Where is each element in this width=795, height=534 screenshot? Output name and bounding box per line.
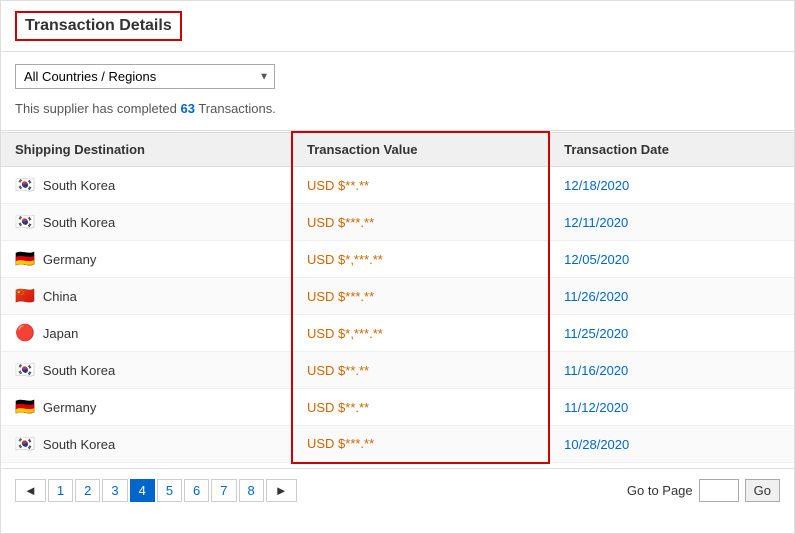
transaction-value: USD $*,***.** (307, 252, 383, 267)
col-header-date: Transaction Date (549, 132, 794, 167)
country-flag: 🇨🇳 (15, 286, 35, 306)
table-row: 🇩🇪 Germany USD $**.** 11/12/2020 (1, 389, 794, 426)
page-number-button[interactable]: 3 (102, 479, 127, 502)
country-flag: 🇰🇷 (15, 360, 35, 380)
go-button[interactable]: Go (745, 479, 780, 502)
value-cell: USD $***.** (292, 278, 549, 315)
value-cell: USD $*,***.** (292, 241, 549, 278)
transaction-value: USD $***.** (307, 289, 374, 304)
destination-cell: 🇰🇷 South Korea (1, 204, 292, 241)
page-header: Transaction Details (1, 1, 794, 52)
page-number-button[interactable]: 4 (130, 479, 155, 502)
date-cell: 12/05/2020 (549, 241, 794, 278)
country-name: China (43, 289, 77, 304)
value-cell: USD $**.** (292, 167, 549, 204)
country-name: South Korea (43, 437, 115, 452)
transaction-info: This supplier has completed 63 Transacti… (15, 97, 780, 124)
value-cell: USD $**.** (292, 389, 549, 426)
page-wrapper: Transaction Details All Countries / Regi… (0, 0, 795, 534)
transaction-value: USD $*,***.** (307, 326, 383, 341)
table-row: 🇰🇷 South Korea USD $**.** 11/16/2020 (1, 352, 794, 389)
page-number-button[interactable]: 2 (75, 479, 100, 502)
pagination-left: ◄ 12345678 ► (15, 479, 297, 502)
table-header-row: Shipping Destination Transaction Value T… (1, 132, 794, 167)
page-number-button[interactable]: 7 (211, 479, 236, 502)
table-row: 🇰🇷 South Korea USD $***.** 10/28/2020 (1, 426, 794, 463)
transaction-date: 11/12/2020 (564, 400, 628, 415)
country-name: South Korea (43, 178, 115, 193)
transaction-value: USD $**.** (307, 400, 369, 415)
transaction-date: 11/16/2020 (564, 363, 628, 378)
country-name: Germany (43, 400, 96, 415)
col-header-value: Transaction Value (292, 132, 549, 167)
page-number-button[interactable]: 1 (48, 479, 73, 502)
pagination-bar: ◄ 12345678 ► Go to Page Go (1, 468, 794, 512)
table-row: 🔴 Japan USD $*,***.** 11/25/2020 (1, 315, 794, 352)
filter-section: All Countries / RegionsSouth KoreaGerman… (1, 52, 794, 131)
page-title: Transaction Details (15, 11, 182, 41)
transaction-value: USD $***.** (307, 436, 374, 451)
country-flag: 🔴 (15, 323, 35, 343)
date-cell: 11/12/2020 (549, 389, 794, 426)
transaction-value: USD $**.** (307, 363, 369, 378)
destination-cell: 🇰🇷 South Korea (1, 352, 292, 389)
date-cell: 11/16/2020 (549, 352, 794, 389)
filter-row: All Countries / RegionsSouth KoreaGerman… (15, 64, 780, 89)
country-select[interactable]: All Countries / RegionsSouth KoreaGerman… (15, 64, 275, 89)
value-cell: USD $***.** (292, 426, 549, 463)
page-number-input[interactable] (699, 479, 739, 502)
transaction-suffix: Transactions. (195, 101, 276, 116)
country-flag: 🇰🇷 (15, 434, 35, 454)
transaction-count-link[interactable]: 63 (180, 101, 194, 116)
date-cell: 10/28/2020 (549, 426, 794, 463)
value-cell: USD $***.** (292, 204, 549, 241)
table-row: 🇰🇷 South Korea USD $**.** 12/18/2020 (1, 167, 794, 204)
page-number-button[interactable]: 8 (239, 479, 264, 502)
transaction-value: USD $***.** (307, 215, 374, 230)
page-number-button[interactable]: 6 (184, 479, 209, 502)
table-row: 🇨🇳 China USD $***.** 11/26/2020 (1, 278, 794, 315)
page-number-button[interactable]: 5 (157, 479, 182, 502)
pagination-right: Go to Page Go (627, 479, 780, 502)
destination-cell: 🇩🇪 Germany (1, 241, 292, 278)
transaction-value: USD $**.** (307, 178, 369, 193)
destination-cell: 🇨🇳 China (1, 278, 292, 315)
transaction-date: 11/25/2020 (564, 326, 628, 341)
country-name: Japan (43, 326, 78, 341)
country-name: South Korea (43, 363, 115, 378)
date-cell: 12/18/2020 (549, 167, 794, 204)
destination-cell: 🇰🇷 South Korea (1, 426, 292, 463)
prev-page-button[interactable]: ◄ (15, 479, 46, 502)
transactions-table: Shipping Destination Transaction Value T… (1, 131, 794, 464)
next-page-button[interactable]: ► (266, 479, 297, 502)
transaction-date: 12/11/2020 (564, 215, 628, 230)
country-flag: 🇰🇷 (15, 212, 35, 232)
date-cell: 12/11/2020 (549, 204, 794, 241)
col-header-destination: Shipping Destination (1, 132, 292, 167)
go-to-page-label: Go to Page (627, 483, 693, 498)
transaction-date: 10/28/2020 (564, 437, 629, 452)
destination-cell: 🇰🇷 South Korea (1, 167, 292, 204)
country-flag: 🇰🇷 (15, 175, 35, 195)
country-name: South Korea (43, 215, 115, 230)
country-name: Germany (43, 252, 96, 267)
transaction-date: 12/05/2020 (564, 252, 629, 267)
destination-cell: 🔴 Japan (1, 315, 292, 352)
transaction-date: 11/26/2020 (564, 289, 628, 304)
destination-cell: 🇩🇪 Germany (1, 389, 292, 426)
transaction-date: 12/18/2020 (564, 178, 629, 193)
country-flag: 🇩🇪 (15, 249, 35, 269)
table-row: 🇩🇪 Germany USD $*,***.** 12/05/2020 (1, 241, 794, 278)
country-flag: 🇩🇪 (15, 397, 35, 417)
table-row: 🇰🇷 South Korea USD $***.** 12/11/2020 (1, 204, 794, 241)
value-cell: USD $*,***.** (292, 315, 549, 352)
country-select-wrapper[interactable]: All Countries / RegionsSouth KoreaGerman… (15, 64, 275, 89)
value-cell: USD $**.** (292, 352, 549, 389)
date-cell: 11/25/2020 (549, 315, 794, 352)
transaction-prefix: This supplier has completed (15, 101, 180, 116)
date-cell: 11/26/2020 (549, 278, 794, 315)
